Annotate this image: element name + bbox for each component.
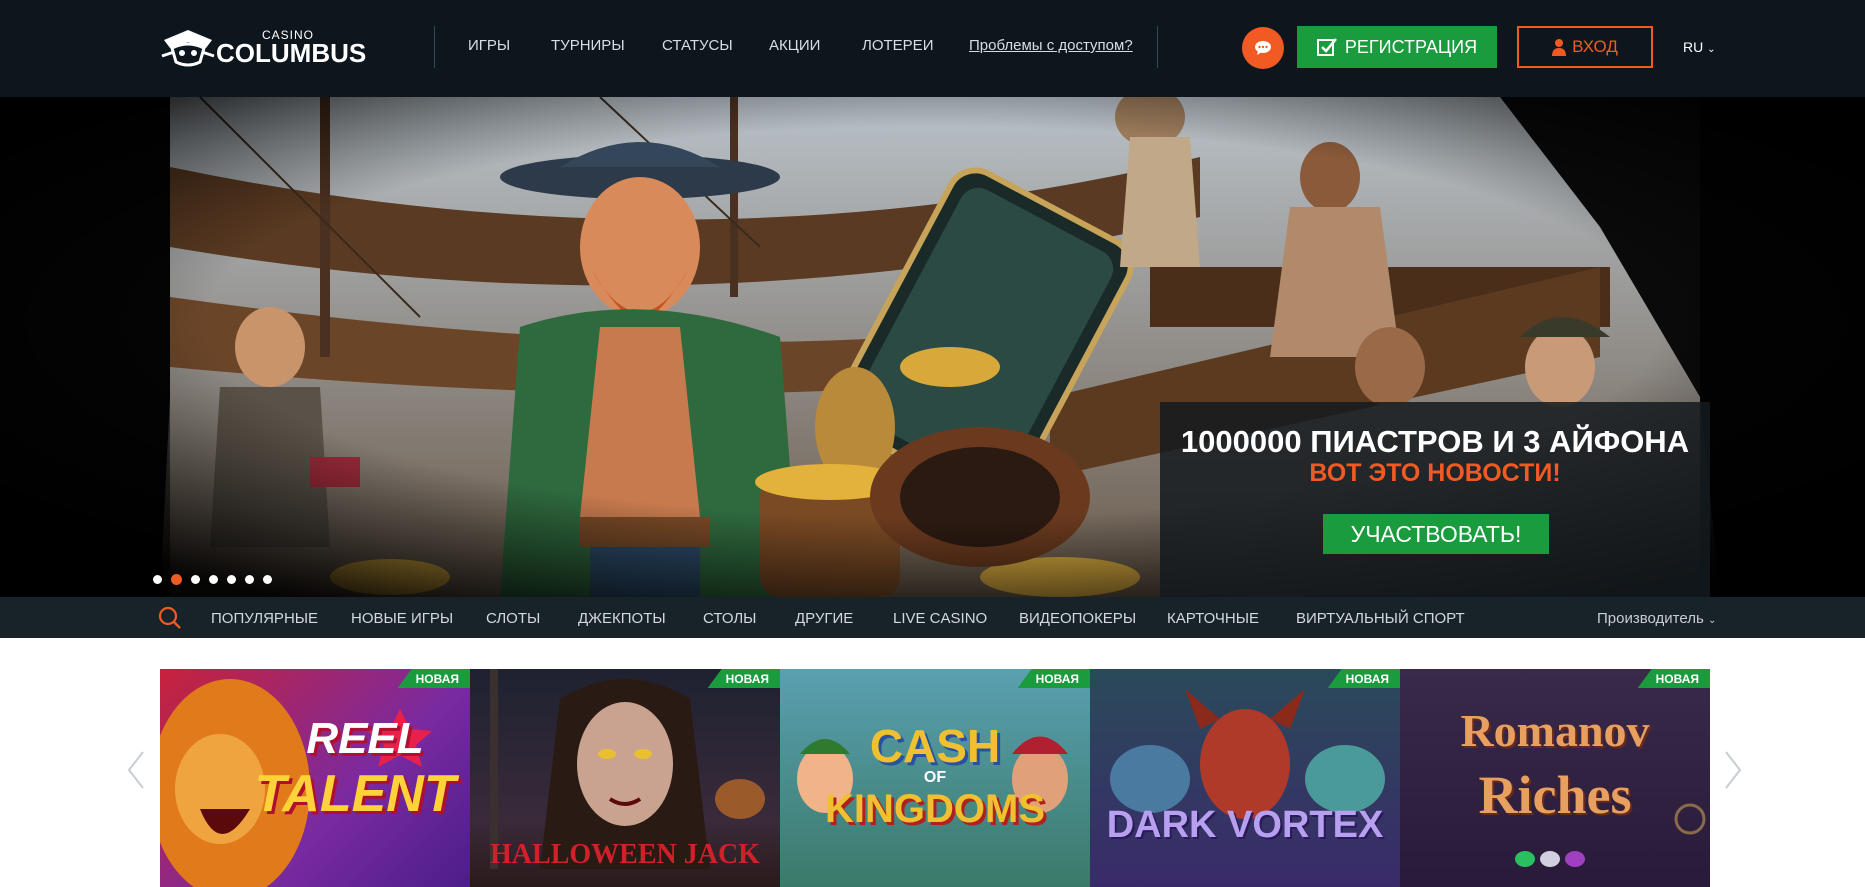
game-title-line2: Riches	[1478, 765, 1632, 825]
category-tables[interactable]: СТОЛЫ	[703, 610, 756, 627]
dark-vortex-art	[1110, 689, 1385, 819]
chat-button[interactable]	[1242, 27, 1284, 69]
chevron-right-icon[interactable]	[1723, 750, 1743, 790]
game-title: DARK VORTEX	[1090, 804, 1400, 847]
hero-banner[interactable]: 1000000 ПИАСТРОВ И 3 АЙФОНА ВОТ ЭТО НОВО…	[0, 97, 1865, 597]
nav-statuses[interactable]: СТАТУСЫ	[662, 37, 733, 54]
header-divider	[1157, 26, 1158, 68]
game-title: HALLOWEEN JACK	[470, 839, 780, 871]
login-label: ВХОД	[1572, 37, 1618, 56]
provider-label: Производитель	[1597, 610, 1704, 627]
language-label: RU	[1683, 39, 1704, 55]
game-title-line2: VORTEX	[1227, 804, 1384, 846]
user-icon	[1552, 39, 1567, 56]
header-divider	[434, 26, 435, 68]
register-button[interactable]: РЕГИСТРАЦИЯ	[1297, 26, 1497, 68]
slider-dot-active[interactable]	[171, 574, 182, 585]
game-title-line2: JACK	[683, 839, 760, 870]
category-slots[interactable]: СЛОТЫ	[486, 610, 540, 627]
participate-button[interactable]: УЧАСТВОВАТЬ!	[1323, 514, 1549, 554]
category-popular[interactable]: ПОПУЛЯРНЫЕ	[211, 610, 318, 627]
language-selector[interactable]: RU ⌄	[1683, 39, 1716, 55]
nav-games[interactable]: ИГРЫ	[468, 37, 510, 54]
game-title-line1: HALLOWEEN	[490, 839, 677, 870]
game-title-line1: CASH	[869, 720, 1001, 772]
game-tile[interactable]: CASH OF KINGDOMS НОВАЯ	[780, 669, 1090, 887]
hero-title: 1000000 ПИАСТРОВ И 3 АЙФОНА	[1180, 424, 1690, 459]
nav-promotions[interactable]: АКЦИИ	[769, 37, 820, 54]
category-other[interactable]: ДРУГИЕ	[795, 610, 853, 627]
game-title-line2: KINGDOMS	[825, 787, 1045, 831]
slider-dot[interactable]	[227, 575, 236, 584]
game-title-line1: DARK	[1106, 804, 1217, 846]
game-tile[interactable]: HALLOWEEN JACK НОВАЯ	[470, 669, 780, 887]
games-carousel: REEL TALENT НОВАЯ HALLOWEEN JACK НОВАЯ C…	[0, 638, 1865, 887]
category-card-games[interactable]: КАРТОЧНЫЕ	[1167, 610, 1259, 627]
category-video-poker[interactable]: ВИДЕОПОКЕРЫ	[1019, 610, 1136, 627]
pirate-emblem-icon	[161, 30, 215, 67]
slider-dot[interactable]	[191, 575, 200, 584]
login-button[interactable]: ВХОД	[1517, 26, 1653, 68]
slider-dot[interactable]	[153, 575, 162, 584]
game-title-line1: Romanov	[1460, 705, 1650, 756]
category-bar: ПОПУЛЯРНЫЕ НОВЫЕ ИГРЫ СЛОТЫ ДЖЕКПОТЫ СТО…	[0, 597, 1865, 638]
slider-dot[interactable]	[245, 575, 254, 584]
chevron-down-icon: ⌄	[1707, 44, 1716, 55]
category-jackpots[interactable]: ДЖЕКПОТЫ	[578, 610, 666, 627]
register-label: РЕГИСТРАЦИЯ	[1344, 36, 1478, 57]
nav-lotteries[interactable]: ЛОТЕРЕИ	[862, 37, 933, 54]
category-live-casino[interactable]: LIVE CASINO	[893, 610, 987, 627]
game-tile[interactable]: Romanov Riches НОВАЯ	[1400, 669, 1710, 887]
checkbox-icon	[1316, 38, 1337, 56]
category-new-games[interactable]: НОВЫЕ ИГРЫ	[351, 610, 453, 627]
game-tile[interactable]: REEL TALENT НОВАЯ	[160, 669, 470, 887]
hero-subtitle: ВОТ ЭТО НОВОСТИ!	[1309, 459, 1561, 487]
search-icon[interactable]	[158, 606, 182, 630]
category-virtual-sport[interactable]: ВИРТУАЛЬНЫЙ СПОРТ	[1296, 610, 1465, 627]
game-title-line2: TALENT	[254, 765, 456, 823]
slider-dot[interactable]	[209, 575, 218, 584]
chevron-left-icon[interactable]	[126, 750, 146, 790]
site-header: CASINO COLUMBUS ИГРЫ ТУРНИРЫ СТАТУСЫ АКЦ…	[0, 0, 1865, 97]
slider-dot[interactable]	[263, 575, 272, 584]
game-title-connector: OF	[923, 769, 947, 786]
slider-dots	[153, 574, 272, 585]
nav-tournaments[interactable]: ТУРНИРЫ	[551, 37, 625, 54]
logo-brand-text: COLUMBUS	[216, 38, 367, 68]
provider-filter[interactable]: Производитель ⌄	[1597, 610, 1716, 627]
chevron-down-icon: ⌄	[1707, 615, 1717, 626]
casino-logo[interactable]: CASINO COLUMBUS	[160, 26, 366, 68]
game-tile[interactable]: DARK VORTEX НОВАЯ	[1090, 669, 1400, 887]
access-problems-link[interactable]: Проблемы с доступом?	[969, 37, 1133, 54]
game-title-line1: REEL	[306, 714, 424, 763]
chat-bubble-icon	[1255, 41, 1271, 55]
hero-promo-box: 1000000 ПИАСТРОВ И 3 АЙФОНА ВОТ ЭТО НОВО…	[1160, 402, 1710, 597]
